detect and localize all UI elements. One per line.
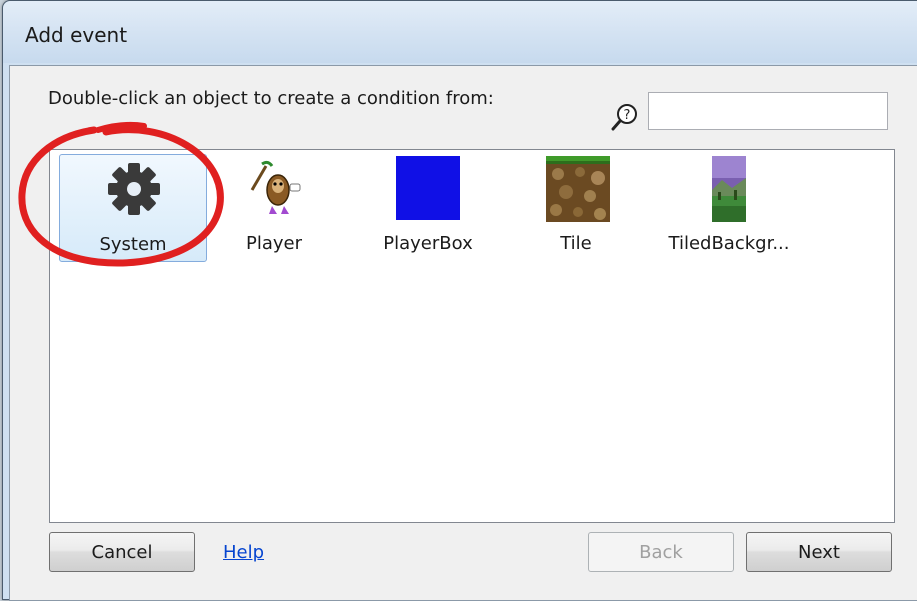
landscape-icon	[712, 156, 746, 222]
instruction-label: Double-click an object to create a condi…	[48, 88, 494, 109]
next-button[interactable]: Next	[746, 532, 892, 572]
object-item-system[interactable]: System	[59, 154, 207, 262]
add-event-dialog: Add event Double-click an object to crea…	[2, 0, 917, 601]
object-item-playerbox[interactable]: PlayerBox	[368, 154, 488, 262]
object-item-player[interactable]: Player	[214, 154, 334, 262]
title-bar[interactable]: Add event	[3, 1, 917, 63]
cancel-button[interactable]: Cancel	[49, 532, 195, 572]
dialog-body: Double-click an object to create a condi…	[9, 65, 917, 601]
object-item-tile[interactable]: Tile	[526, 154, 626, 262]
object-label: Player	[245, 233, 302, 254]
help-link[interactable]: Help	[223, 542, 264, 563]
object-label: System	[99, 234, 167, 255]
object-label: Tile	[560, 233, 592, 254]
svg-text:?: ?	[624, 108, 631, 123]
search-input[interactable]	[648, 92, 888, 130]
dirt-tile-icon	[546, 156, 610, 222]
object-list[interactable]: System Player PlayerBox Tile TiledBackgr…	[49, 149, 895, 523]
search-help-icon[interactable]: ?	[610, 102, 640, 132]
object-label: TiledBackgr...	[668, 233, 790, 254]
blue-square-icon	[396, 156, 460, 220]
back-button[interactable]: Back	[588, 532, 734, 572]
object-item-tiledbackground[interactable]: TiledBackgr...	[654, 154, 804, 262]
player-sprite-icon	[250, 160, 301, 214]
object-label: PlayerBox	[383, 233, 473, 254]
window-title: Add event	[25, 23, 128, 47]
gear-icon	[108, 163, 160, 215]
